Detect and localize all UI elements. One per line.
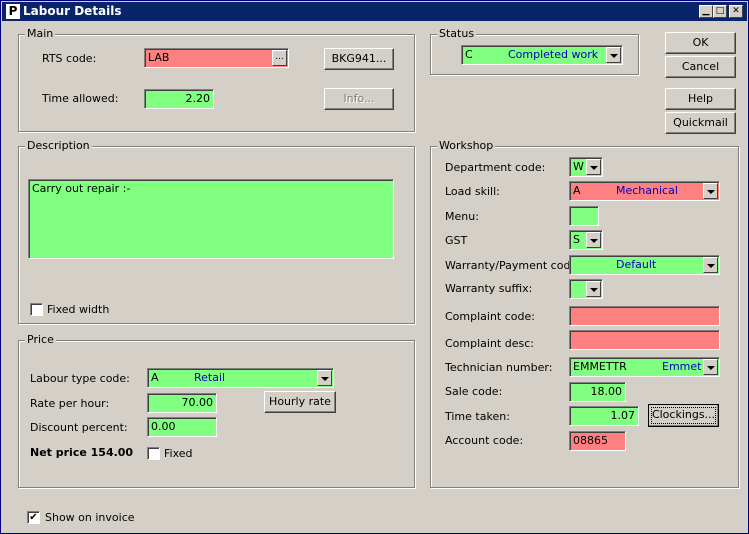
load-skill-text: Mechanical [616,184,678,197]
department-dropdown-arrow[interactable] [586,159,601,175]
load-skill-dropdown-arrow[interactable] [703,183,718,199]
department-code-select[interactable]: W [569,157,603,177]
quickmail-button[interactable]: Quickmail [665,112,736,134]
warranty-payment-label: Warranty/Payment code [445,259,578,272]
load-skill-label: Load skill: [445,185,500,198]
load-skill-select[interactable]: A Mechanical [569,181,720,201]
department-code-label: Department code: [445,161,546,174]
help-button[interactable]: Help [665,88,736,110]
labour-type-dropdown-arrow[interactable] [317,370,332,386]
gst-dropdown-arrow[interactable] [586,232,601,248]
booking-button[interactable]: BKG941... [324,48,394,70]
rts-code-value: LAB [148,51,170,64]
close-icon: ✕ [732,6,740,16]
show-on-invoice-checkbox[interactable]: ✔ [27,511,40,524]
hourly-rate-button[interactable]: Hourly rate [264,391,336,413]
fixed-price-label: Fixed [164,447,193,460]
labour-type-text: Retail [194,371,226,384]
time-allowed-field[interactable]: 2.20 [144,89,214,109]
fixed-price-checkbox[interactable] [147,447,160,460]
price-group-title: Price [25,333,56,347]
maximize-button[interactable]: □ [713,5,727,18]
time-taken-label: Time taken: [445,410,510,423]
checkmark-icon: ✔ [29,512,38,523]
minimize-icon: ▁ [702,6,710,16]
gst-select[interactable]: S [569,230,603,250]
rate-per-hour-field[interactable]: 70.00 [147,393,217,413]
menu-label: Menu: [445,210,479,223]
status-dropdown-arrow[interactable] [606,47,621,63]
time-taken-field[interactable]: 1.07 [569,406,639,426]
technician-number-label: Technician number: [445,361,553,374]
discount-percent-field[interactable]: 0.00 [147,417,217,437]
fixed-width-label: Fixed width [47,303,110,316]
app-icon: P [6,4,20,19]
maximize-icon: □ [715,6,725,16]
workshop-group-title: Workshop [437,139,496,153]
department-code-value: W [573,160,584,173]
labour-type-label: Labour type code: [30,372,130,385]
warranty-payment-select[interactable]: Default [569,255,720,275]
status-group-title: Status [437,27,477,41]
ok-button[interactable]: OK [665,32,736,54]
labour-details-window: P Labour Details ▁ □ ✕ Main RTS code: LA… [0,0,749,534]
cancel-button[interactable]: Cancel [665,56,736,78]
complaint-code-field[interactable] [569,306,720,326]
sale-code-label: Sale code: [445,385,503,398]
complaint-code-label: Complaint code: [445,310,535,323]
discount-percent-label: Discount percent: [30,421,128,434]
minimize-button[interactable]: ▁ [699,5,713,18]
gst-label: GST [445,234,468,247]
labour-type-code: A [151,371,159,384]
window-title: Labour Details [23,4,122,18]
warranty-dropdown-arrow[interactable] [703,257,718,273]
status-select[interactable]: C Completed work [461,45,623,65]
complaint-desc-label: Complaint desc: [445,337,534,350]
title-bar[interactable]: P Labour Details ▁ □ ✕ [2,2,747,21]
warranty-suffix-dropdown-arrow[interactable] [586,281,601,297]
gst-value: S [573,233,580,246]
time-allowed-label: Time allowed: [42,92,119,105]
account-code-field[interactable]: 08865 [569,431,626,451]
show-on-invoice-label: Show on invoice [45,511,135,524]
account-code-label: Account code: [445,434,524,447]
info-button[interactable]: Info... [324,88,394,110]
warranty-payment-value: Default [616,258,657,271]
price-group: Price [18,333,415,488]
net-price-text: Net price 154.00 [30,446,134,459]
fixed-width-checkbox[interactable] [30,303,43,316]
rts-code-field[interactable]: LAB ... [144,48,289,68]
clockings-button[interactable]: Clockings... [648,404,719,427]
labour-type-select[interactable]: A Retail [147,368,334,388]
warranty-suffix-label: Warranty suffix: [445,282,533,295]
rts-code-lookup-button[interactable]: ... [272,50,287,66]
complaint-desc-field[interactable] [569,330,720,350]
sale-code-field[interactable]: 18.00 [569,382,626,402]
load-skill-code: A [573,184,581,197]
status-code: C [465,48,473,61]
main-group-title: Main [25,27,56,41]
description-group-title: Description [25,139,92,153]
technician-name: Emmett R [662,360,702,373]
technician-code: EMMETTR [573,360,627,373]
close-button[interactable]: ✕ [729,5,743,18]
technician-number-select[interactable]: EMMETTR Emmett R [569,357,720,377]
status-text: Completed work [508,48,599,61]
description-textarea[interactable]: Carry out repair :- [28,179,394,259]
rts-code-label: RTS code: [42,52,97,65]
warranty-suffix-select[interactable] [569,279,603,299]
rate-per-hour-label: Rate per hour: [30,397,110,410]
technician-dropdown-arrow[interactable] [703,359,718,375]
menu-field[interactable] [569,206,599,226]
